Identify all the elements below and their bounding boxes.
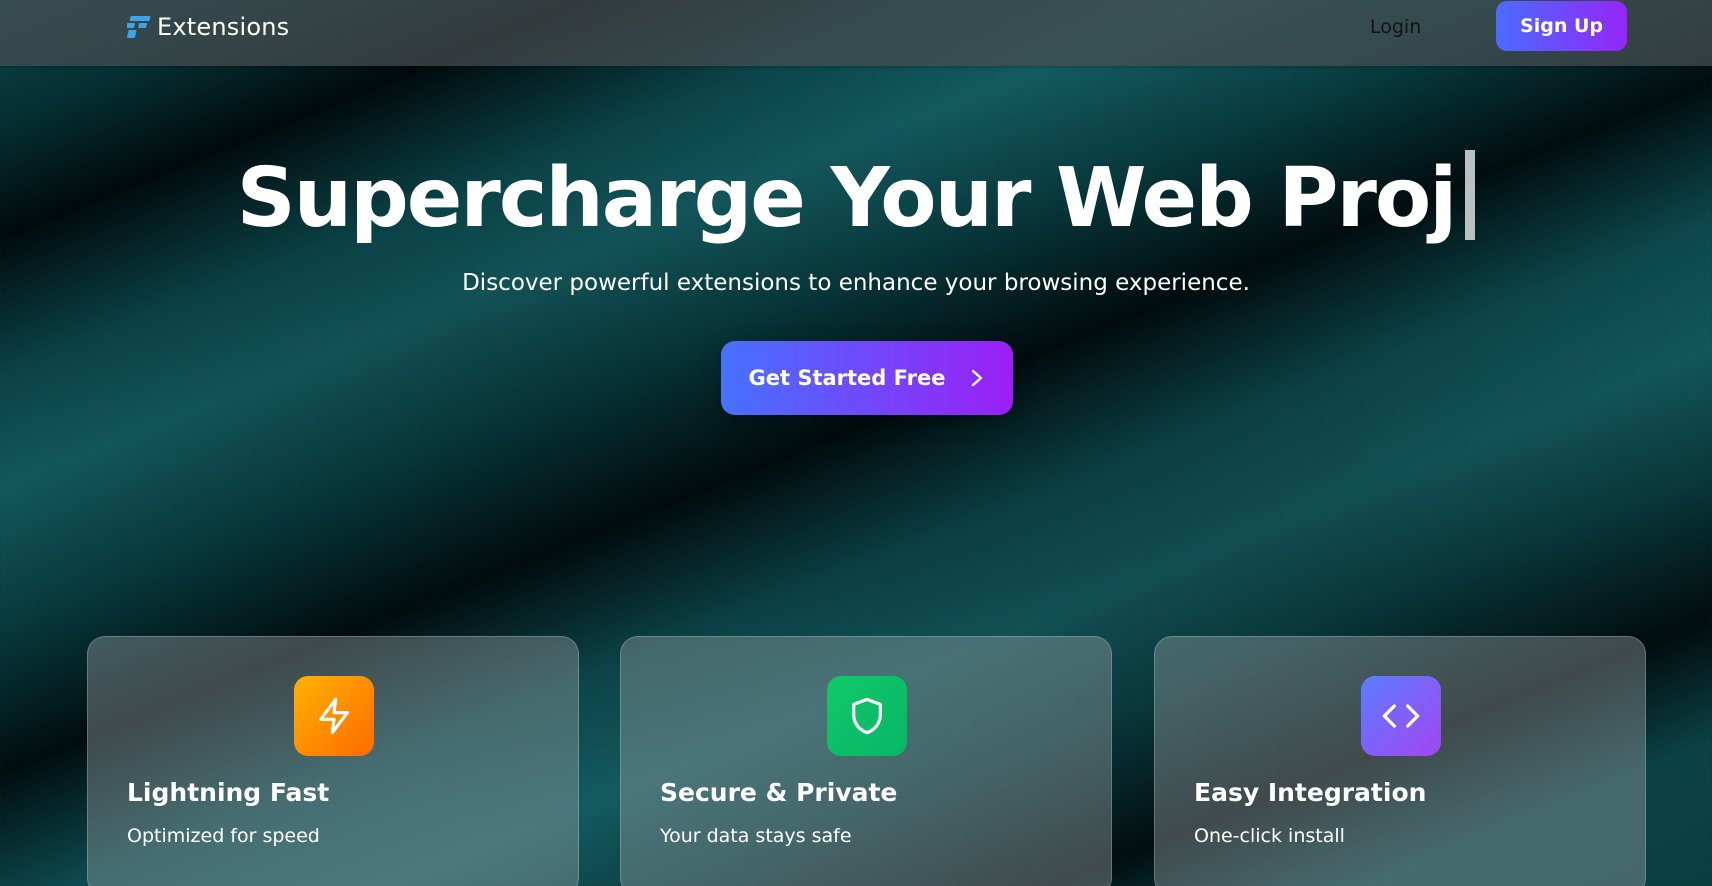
sign-up-button[interactable]: Sign Up — [1496, 1, 1627, 51]
top-navbar: Extensions Login Sign Up — [0, 0, 1712, 66]
get-started-label: Get Started Free — [748, 366, 946, 390]
feature-icon-tile — [827, 676, 907, 756]
feature-icon-tile — [1361, 676, 1441, 756]
feature-title: Easy Integration — [1194, 778, 1427, 807]
feature-description: Optimized for speed — [127, 825, 320, 847]
hero-title-text: Supercharge Your Web Proj — [236, 151, 1458, 246]
lightning-icon — [319, 697, 349, 735]
feature-title: Lightning Fast — [127, 778, 330, 807]
typing-cursor — [1465, 150, 1476, 240]
get-started-button[interactable]: Get Started Free — [721, 341, 1013, 415]
feature-title: Secure & Private — [660, 778, 898, 807]
brand-logo-icon — [127, 16, 151, 38]
brand-logo[interactable]: Extensions — [127, 12, 289, 42]
hero-title: Supercharge Your Web Proj — [0, 144, 1712, 254]
feature-card-easy-integration: Easy Integration One-click install — [1154, 636, 1646, 886]
feature-description: Your data stays safe — [660, 825, 852, 847]
shield-icon — [852, 697, 882, 735]
feature-description: One-click install — [1194, 825, 1345, 847]
feature-card-lightning-fast: Lightning Fast Optimized for speed — [87, 636, 579, 886]
chevron-right-icon — [971, 369, 982, 387]
login-link[interactable]: Login — [1370, 14, 1421, 40]
sign-up-label: Sign Up — [1520, 15, 1603, 37]
brand-name: Extensions — [157, 13, 290, 41]
feature-card-secure-private: Secure & Private Your data stays safe — [620, 636, 1112, 886]
feature-icon-tile — [294, 676, 374, 756]
code-icon — [1382, 704, 1420, 728]
hero-subtitle: Discover powerful extensions to enhance … — [462, 270, 1250, 296]
